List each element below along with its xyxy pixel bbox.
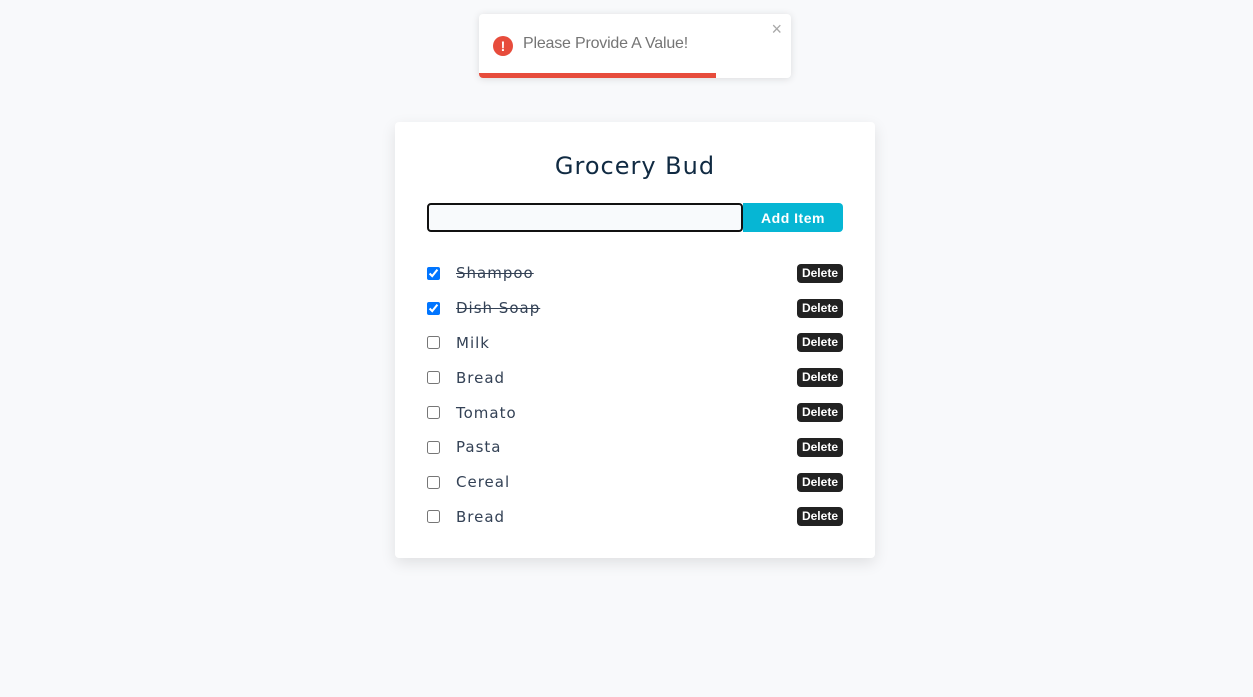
add-item-button[interactable]: Add Item bbox=[743, 203, 843, 232]
delete-button[interactable]: Delete bbox=[796, 403, 843, 423]
page-title: Grocery Bud bbox=[554, 152, 716, 180]
grocery-card: Grocery Bud Add Item Shampoo Delete Dish S… bbox=[395, 122, 875, 558]
list-item: Tomato Delete bbox=[427, 395, 843, 430]
delete-button[interactable]: Delete bbox=[796, 437, 843, 457]
grocery-list: Shampoo Delete Dish Soap Delete Milk Delete Br… bbox=[427, 256, 843, 534]
toast-progress-bar bbox=[479, 73, 717, 78]
list-item: Bread Delete bbox=[427, 500, 843, 535]
error-toast: ! Please Provide A Value! × bbox=[479, 14, 791, 78]
item-name: Shampoo bbox=[456, 264, 534, 283]
add-item-form: Add Item bbox=[427, 203, 843, 232]
list-item: Cereal Delete bbox=[427, 465, 843, 500]
item-checkbox[interactable] bbox=[427, 406, 440, 420]
delete-button[interactable]: Delete bbox=[796, 368, 843, 388]
item-name: Bread bbox=[456, 507, 506, 526]
item-checkbox[interactable] bbox=[427, 371, 440, 385]
item-checkbox[interactable] bbox=[427, 440, 440, 454]
item-checkbox[interactable] bbox=[427, 301, 440, 315]
item-input[interactable] bbox=[427, 203, 743, 232]
list-item: Shampoo Delete bbox=[427, 256, 843, 291]
item-name: Pasta bbox=[456, 438, 502, 457]
delete-button[interactable]: Delete bbox=[796, 298, 843, 318]
list-item: Dish Soap Delete bbox=[427, 291, 843, 326]
item-checkbox[interactable] bbox=[427, 266, 440, 280]
delete-button[interactable]: Delete bbox=[796, 472, 843, 492]
list-item: Bread Delete bbox=[427, 360, 843, 395]
item-name: Dish Soap bbox=[456, 299, 541, 318]
item-name: Milk bbox=[456, 333, 490, 352]
list-item: Milk Delete bbox=[427, 326, 843, 361]
delete-button[interactable]: Delete bbox=[796, 333, 843, 353]
error-icon: ! bbox=[493, 36, 513, 56]
close-icon[interactable]: × bbox=[771, 19, 782, 39]
delete-button[interactable]: Delete bbox=[796, 263, 843, 283]
toast-message: Please Provide A Value! bbox=[523, 35, 688, 52]
item-name: Cereal bbox=[456, 473, 511, 492]
list-item: Pasta Delete bbox=[427, 430, 843, 465]
toast-progress-track bbox=[479, 73, 791, 78]
item-checkbox[interactable] bbox=[427, 475, 440, 489]
item-name: Bread bbox=[456, 368, 506, 387]
item-checkbox[interactable] bbox=[427, 336, 440, 350]
item-checkbox[interactable] bbox=[427, 510, 440, 524]
item-name: Tomato bbox=[456, 403, 517, 422]
delete-button[interactable]: Delete bbox=[796, 507, 843, 527]
